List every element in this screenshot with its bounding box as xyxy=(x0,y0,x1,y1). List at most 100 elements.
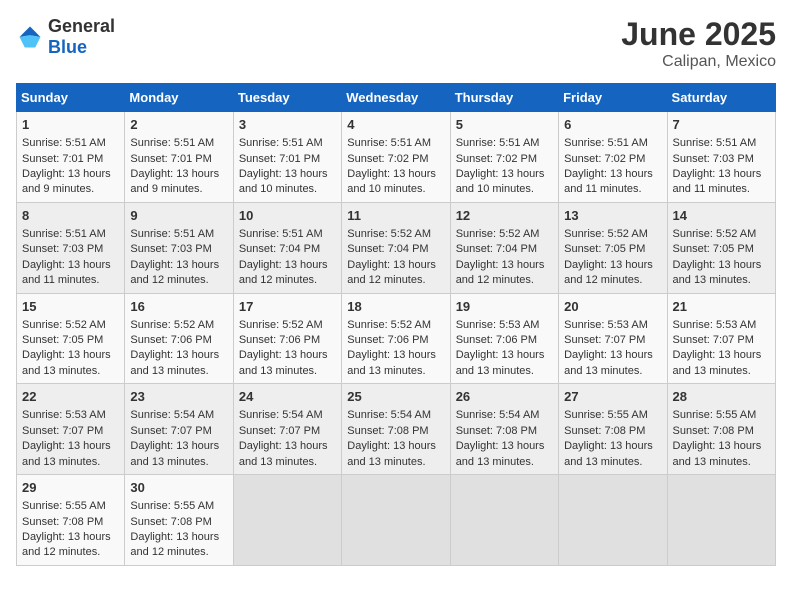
daylight-label: Daylight: 13 hours and 13 minutes. xyxy=(239,440,328,467)
sunset-label: Sunset: 7:08 PM xyxy=(347,425,428,437)
daylight-label: Daylight: 13 hours and 13 minutes. xyxy=(130,440,219,467)
day-number: 2 xyxy=(130,116,227,134)
sunset-label: Sunset: 7:01 PM xyxy=(239,153,320,165)
day-of-week-header: Wednesday xyxy=(342,84,450,112)
daylight-label: Daylight: 13 hours and 12 minutes. xyxy=(22,531,111,558)
calendar-day-cell: 4 Sunrise: 5:51 AM Sunset: 7:02 PM Dayli… xyxy=(342,112,450,203)
daylight-label: Daylight: 13 hours and 13 minutes. xyxy=(673,440,762,467)
day-number: 4 xyxy=(347,116,444,134)
calendar-day-cell: 17 Sunrise: 5:52 AM Sunset: 7:06 PM Dayl… xyxy=(233,293,341,384)
daylight-label: Daylight: 13 hours and 11 minutes. xyxy=(564,168,653,195)
calendar-day-cell: 11 Sunrise: 5:52 AM Sunset: 7:04 PM Dayl… xyxy=(342,202,450,293)
sunrise-label: Sunrise: 5:51 AM xyxy=(239,137,323,149)
sunset-label: Sunset: 7:08 PM xyxy=(130,516,211,528)
sunset-label: Sunset: 7:07 PM xyxy=(239,425,320,437)
sunrise-label: Sunrise: 5:51 AM xyxy=(130,228,214,240)
calendar-day-cell: 14 Sunrise: 5:52 AM Sunset: 7:05 PM Dayl… xyxy=(667,202,775,293)
daylight-label: Daylight: 13 hours and 13 minutes. xyxy=(130,349,219,376)
sunrise-label: Sunrise: 5:51 AM xyxy=(22,228,106,240)
sunrise-label: Sunrise: 5:51 AM xyxy=(673,137,757,149)
calendar-day-cell: 28 Sunrise: 5:55 AM Sunset: 7:08 PM Dayl… xyxy=(667,384,775,475)
day-number: 18 xyxy=(347,298,444,316)
day-number: 7 xyxy=(673,116,770,134)
daylight-label: Daylight: 13 hours and 13 minutes. xyxy=(347,349,436,376)
day-number: 16 xyxy=(130,298,227,316)
sunrise-label: Sunrise: 5:52 AM xyxy=(347,228,431,240)
day-of-week-header: Monday xyxy=(125,84,233,112)
sunrise-label: Sunrise: 5:55 AM xyxy=(564,409,648,421)
daylight-label: Daylight: 13 hours and 12 minutes. xyxy=(130,531,219,558)
sunset-label: Sunset: 7:05 PM xyxy=(673,243,754,255)
sunrise-label: Sunrise: 5:52 AM xyxy=(564,228,648,240)
month-year: June 2025 xyxy=(621,16,776,53)
sunrise-label: Sunrise: 5:53 AM xyxy=(673,319,757,331)
sunset-label: Sunset: 7:06 PM xyxy=(130,334,211,346)
calendar-day-cell: 18 Sunrise: 5:52 AM Sunset: 7:06 PM Dayl… xyxy=(342,293,450,384)
sunrise-label: Sunrise: 5:55 AM xyxy=(130,500,214,512)
day-number: 17 xyxy=(239,298,336,316)
day-number: 26 xyxy=(456,388,553,406)
logo-general: General xyxy=(48,16,115,36)
sunrise-label: Sunrise: 5:51 AM xyxy=(347,137,431,149)
daylight-label: Daylight: 13 hours and 13 minutes. xyxy=(456,349,545,376)
sunrise-label: Sunrise: 5:52 AM xyxy=(239,319,323,331)
calendar-day-cell: 16 Sunrise: 5:52 AM Sunset: 7:06 PM Dayl… xyxy=(125,293,233,384)
page-header: General Blue June 2025 Calipan, Mexico xyxy=(16,16,776,71)
sunrise-label: Sunrise: 5:54 AM xyxy=(130,409,214,421)
calendar-day-cell: 22 Sunrise: 5:53 AM Sunset: 7:07 PM Dayl… xyxy=(17,384,125,475)
day-number: 3 xyxy=(239,116,336,134)
sunrise-label: Sunrise: 5:55 AM xyxy=(22,500,106,512)
calendar-header: SundayMondayTuesdayWednesdayThursdayFrid… xyxy=(17,84,776,112)
sunrise-label: Sunrise: 5:52 AM xyxy=(456,228,540,240)
sunrise-label: Sunrise: 5:55 AM xyxy=(673,409,757,421)
sunset-label: Sunset: 7:04 PM xyxy=(239,243,320,255)
sunrise-label: Sunrise: 5:54 AM xyxy=(347,409,431,421)
sunset-label: Sunset: 7:01 PM xyxy=(130,153,211,165)
calendar-day-cell: 26 Sunrise: 5:54 AM Sunset: 7:08 PM Dayl… xyxy=(450,384,558,475)
daylight-label: Daylight: 13 hours and 12 minutes. xyxy=(456,259,545,286)
day-number: 5 xyxy=(456,116,553,134)
daylight-label: Daylight: 13 hours and 10 minutes. xyxy=(239,168,328,195)
sunrise-label: Sunrise: 5:54 AM xyxy=(239,409,323,421)
sunrise-label: Sunrise: 5:53 AM xyxy=(564,319,648,331)
sunset-label: Sunset: 7:02 PM xyxy=(564,153,645,165)
day-number: 13 xyxy=(564,207,661,225)
sunrise-label: Sunrise: 5:53 AM xyxy=(456,319,540,331)
day-of-week-header: Sunday xyxy=(17,84,125,112)
daylight-label: Daylight: 13 hours and 13 minutes. xyxy=(564,349,653,376)
calendar-day-cell: 13 Sunrise: 5:52 AM Sunset: 7:05 PM Dayl… xyxy=(559,202,667,293)
day-number: 21 xyxy=(673,298,770,316)
calendar-week-row: 15 Sunrise: 5:52 AM Sunset: 7:05 PM Dayl… xyxy=(17,293,776,384)
day-number: 14 xyxy=(673,207,770,225)
day-of-week-header: Thursday xyxy=(450,84,558,112)
day-of-week-header: Tuesday xyxy=(233,84,341,112)
sunrise-label: Sunrise: 5:51 AM xyxy=(239,228,323,240)
calendar-day-cell: 2 Sunrise: 5:51 AM Sunset: 7:01 PM Dayli… xyxy=(125,112,233,203)
logo-text: General Blue xyxy=(48,16,115,58)
sunset-label: Sunset: 7:07 PM xyxy=(564,334,645,346)
day-number: 28 xyxy=(673,388,770,406)
sunset-label: Sunset: 7:05 PM xyxy=(22,334,103,346)
sunrise-label: Sunrise: 5:53 AM xyxy=(22,409,106,421)
daylight-label: Daylight: 13 hours and 12 minutes. xyxy=(347,259,436,286)
calendar-day-cell: 1 Sunrise: 5:51 AM Sunset: 7:01 PM Dayli… xyxy=(17,112,125,203)
sunrise-label: Sunrise: 5:51 AM xyxy=(564,137,648,149)
title-block: June 2025 Calipan, Mexico xyxy=(621,16,776,71)
calendar-table: SundayMondayTuesdayWednesdayThursdayFrid… xyxy=(16,83,776,566)
logo: General Blue xyxy=(16,16,115,58)
sunrise-label: Sunrise: 5:52 AM xyxy=(130,319,214,331)
calendar-day-cell xyxy=(667,475,775,566)
sunset-label: Sunset: 7:01 PM xyxy=(22,153,103,165)
sunset-label: Sunset: 7:04 PM xyxy=(456,243,537,255)
calendar-day-cell: 3 Sunrise: 5:51 AM Sunset: 7:01 PM Dayli… xyxy=(233,112,341,203)
sunset-label: Sunset: 7:03 PM xyxy=(130,243,211,255)
day-number: 9 xyxy=(130,207,227,225)
sunset-label: Sunset: 7:08 PM xyxy=(22,516,103,528)
calendar-day-cell xyxy=(559,475,667,566)
logo-icon xyxy=(16,23,44,51)
calendar-day-cell: 21 Sunrise: 5:53 AM Sunset: 7:07 PM Dayl… xyxy=(667,293,775,384)
calendar-day-cell: 29 Sunrise: 5:55 AM Sunset: 7:08 PM Dayl… xyxy=(17,475,125,566)
day-number: 6 xyxy=(564,116,661,134)
sunset-label: Sunset: 7:08 PM xyxy=(456,425,537,437)
calendar-day-cell: 12 Sunrise: 5:52 AM Sunset: 7:04 PM Dayl… xyxy=(450,202,558,293)
